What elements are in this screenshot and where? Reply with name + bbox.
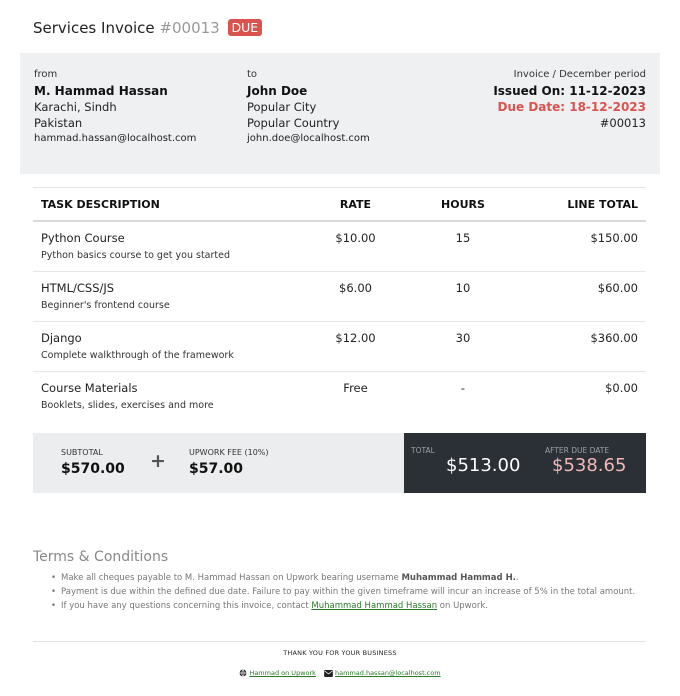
task-desc: Complete walkthrough of the framework xyxy=(41,349,234,361)
to-city: Popular City xyxy=(247,100,317,114)
hours-cell: 15 xyxy=(413,221,513,272)
from-label: from xyxy=(34,69,58,80)
subtotal-block: SUBTOTAL $570.00 xyxy=(61,448,125,477)
task-cell: HTML/CSS/JS Beginner's frontend course xyxy=(33,271,298,322)
to-name: John Doe xyxy=(247,84,308,98)
contact-link[interactable]: Muhammad Hammad Hassan xyxy=(311,601,437,611)
terms-title: Terms & Conditions xyxy=(33,549,169,565)
table-row: Course Materials Booklets, slides, exerc… xyxy=(33,371,646,421)
to-label: to xyxy=(247,69,258,80)
line-total-cell: $150.00 xyxy=(513,221,646,272)
rate-cell: $6.00 xyxy=(298,271,413,322)
terms-item-text: Make all cheques payable to M. Hammad Ha… xyxy=(61,573,402,583)
hours-cell: 10 xyxy=(413,271,513,322)
task-title: Django xyxy=(41,330,82,345)
task-title: HTML/CSS/JS xyxy=(41,280,115,295)
from-name: M. Hammad Hassan xyxy=(34,84,168,98)
terms-item: Make all cheques payable to M. Hammad Ha… xyxy=(51,572,641,585)
email-link[interactable]: hammad.hassan@localhost.com xyxy=(335,669,441,677)
totals-bar: SUBTOTAL $570.00 + UPWORK FEE (10%) $57.… xyxy=(33,433,646,493)
rate-cell: $10.00 xyxy=(298,221,413,272)
from-country: Pakistan xyxy=(34,116,83,130)
thank-you-text: THANK YOU FOR YOUR BUSINESS xyxy=(283,649,397,657)
terms-item-text: If you have any questions concerning thi… xyxy=(61,601,312,611)
hours-cell: 30 xyxy=(413,321,513,372)
to-email: john.doe@localhost.com xyxy=(247,133,370,144)
invoice-title: Services Invoice #00013 DUE xyxy=(33,19,263,37)
header-rate: RATE xyxy=(298,187,413,222)
total-value: $513.00 xyxy=(446,455,521,476)
footer-links: Hammad on Upwork hammad.hassan@localhost… xyxy=(0,669,680,679)
total-label: TOTAL xyxy=(411,446,435,455)
fee-label: UPWORK FEE (10%) xyxy=(189,448,269,457)
task-cell: Django Complete walkthrough of the frame… xyxy=(33,321,298,372)
header-hours: HOURS xyxy=(413,187,513,222)
footer-divider xyxy=(33,641,646,642)
line-total-cell: $60.00 xyxy=(513,271,646,322)
line-total-cell: $0.00 xyxy=(605,380,638,395)
invoice-title-text: Services Invoice xyxy=(33,19,155,37)
task-cell: Python Course Python basics course to ge… xyxy=(33,221,298,272)
fee-block: UPWORK FEE (10%) $57.00 xyxy=(189,448,269,477)
from-block: from M. Hammad Hassan Karachi, Sindh Pak… xyxy=(34,69,196,144)
task-desc: Beginner's frontend course xyxy=(41,299,170,311)
envelope-icon xyxy=(324,670,333,679)
table-row: Django Complete walkthrough of the frame… xyxy=(33,321,646,372)
plus-icon: + xyxy=(150,450,166,472)
header-line-total: LINE TOTAL xyxy=(513,187,646,222)
to-block: to John Doe Popular City Popular Country… xyxy=(247,69,370,144)
due-date: Due Date: 18-12-2023 xyxy=(497,100,647,114)
terms-item-text: . xyxy=(515,573,519,583)
table-row: Python Course Python basics course to ge… xyxy=(33,221,646,272)
task-cell: Course Materials Booklets, slides, exerc… xyxy=(33,371,298,421)
hours-cell: - xyxy=(460,380,466,395)
terms-list: Make all cheques payable to M. Hammad Ha… xyxy=(51,572,641,614)
terms-item: If you have any questions concerning thi… xyxy=(51,600,641,613)
from-email: hammad.hassan@localhost.com xyxy=(34,133,197,144)
rate-cell: Free xyxy=(343,380,368,395)
task-title: Course Materials xyxy=(41,380,138,395)
header-task-description: TASK DESCRIPTION xyxy=(33,187,298,222)
invoice-period: Invoice / December period xyxy=(513,69,646,80)
task-desc: Python basics course to get you started xyxy=(41,250,231,261)
subtotal-label: SUBTOTAL xyxy=(61,448,103,457)
after-due-label: AFTER DUE DATE xyxy=(545,446,610,455)
upwork-link[interactable]: Hammad on Upwork xyxy=(249,669,316,677)
rate-cell: $12.00 xyxy=(298,321,413,372)
invoice-number: #00013 xyxy=(159,19,220,37)
status-badge: DUE xyxy=(227,19,263,36)
terms-item: Payment is due within the defined due da… xyxy=(51,586,641,599)
line-items-table: TASK DESCRIPTION RATE HOURS LINE TOTAL P… xyxy=(33,187,646,421)
task-desc: Booklets, slides, exercises and more xyxy=(41,399,214,411)
invoice-header: from M. Hammad Hassan Karachi, Sindh Pak… xyxy=(20,53,660,174)
globe-icon xyxy=(239,669,247,679)
issued-date: Issued On: 11-12-2023 xyxy=(493,84,646,98)
after-due-value: $538.65 xyxy=(552,455,627,476)
table-header-row: TASK DESCRIPTION RATE HOURS LINE TOTAL xyxy=(33,187,646,222)
task-title: Python Course xyxy=(41,231,125,245)
invoice-meta: Invoice / December period Issued On: 11-… xyxy=(493,69,646,132)
upwork-username: Muhammad Hammad H. xyxy=(401,573,516,583)
subtotal-value: $570.00 xyxy=(61,461,125,477)
to-country: Popular Country xyxy=(247,116,340,130)
total-panel: TOTAL $513.00 AFTER DUE DATE $538.65 xyxy=(404,433,646,493)
meta-invoice-number: #00013 xyxy=(599,116,646,130)
fee-value: $57.00 xyxy=(189,461,244,477)
terms-item-text: on Upwork. xyxy=(437,601,488,611)
line-total-cell: $360.00 xyxy=(513,321,646,372)
from-city: Karachi, Sindh xyxy=(34,100,117,114)
table-row: HTML/CSS/JS Beginner's frontend course $… xyxy=(33,271,646,322)
